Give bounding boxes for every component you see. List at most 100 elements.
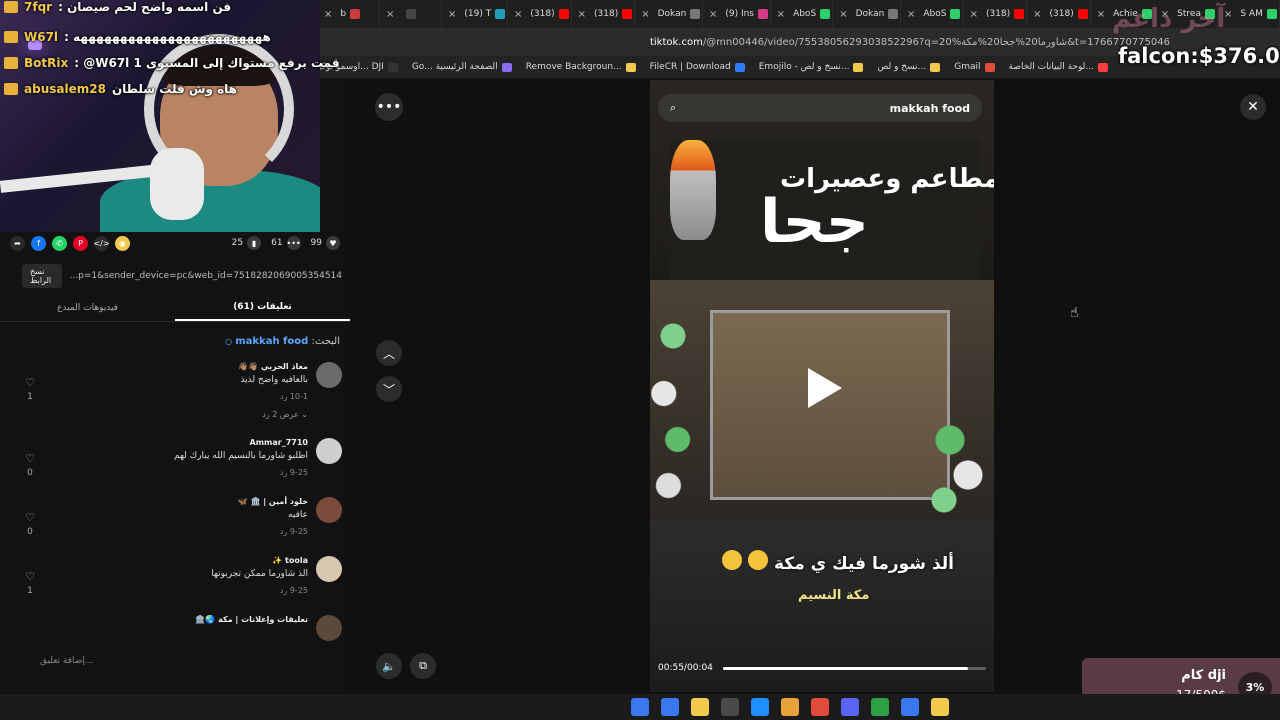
close-button[interactable]: ✕ (1240, 94, 1266, 120)
bookmark-favicon-icon (501, 62, 512, 72)
more-options-button[interactable]: ••• (375, 93, 403, 121)
tab-close-icon[interactable]: × (448, 9, 456, 20)
bookmark-item[interactable]: نسخ و لص... (877, 62, 941, 72)
tab-close-icon[interactable]: × (324, 9, 332, 20)
share-icon[interactable]: ➦ (10, 235, 25, 251)
discord-icon[interactable] (841, 698, 859, 716)
tab-close-icon[interactable]: × (777, 9, 785, 20)
chat-username: BotRix (24, 56, 69, 70)
saves-stat[interactable]: 25 ▮ (232, 236, 262, 250)
star-eyes-emoji-icon (748, 550, 768, 570)
commenter-avatar[interactable] (316, 497, 342, 523)
like-heart-icon[interactable]: ♡ (24, 452, 36, 465)
tab-title: (19) T (464, 9, 492, 19)
browser-tab[interactable]: × (19) T (442, 0, 509, 28)
app-icon[interactable] (751, 698, 769, 716)
bookmark-item[interactable]: Go... الصفحة الرئيسية (412, 62, 512, 72)
like-heart-icon[interactable]: ♡ (24, 511, 36, 524)
tab-close-icon[interactable]: × (709, 9, 717, 20)
bookmark-label: Go... الصفحة الرئيسية (411, 62, 498, 72)
commenter-name[interactable]: معاذ الحربي 👋🏽👋🏽 (238, 362, 308, 371)
browser-tab[interactable]: × (318) (508, 0, 572, 28)
commenter-avatar[interactable] (316, 362, 342, 388)
commenter-avatar[interactable] (316, 438, 342, 464)
commenter-avatar[interactable] (316, 556, 342, 582)
tab-comments[interactable]: (61) تعليقات (175, 294, 350, 321)
embed-icon[interactable]: </> (93, 235, 110, 251)
bookmark-item[interactable]: Gmail (954, 62, 995, 72)
folder-icon[interactable] (931, 698, 949, 716)
bookmark-item[interactable]: لوحة البيانات الخاصة... (1008, 62, 1108, 72)
red-app-icon[interactable] (811, 698, 829, 716)
miniplayer-button[interactable]: ⧉ (410, 653, 436, 679)
browser-tab[interactable]: × AboS (901, 0, 964, 28)
comment-input[interactable]: إضافة تعليق... (40, 656, 340, 674)
bookmark-item[interactable]: FileCR | Download (650, 62, 745, 72)
tab-close-icon[interactable]: × (641, 9, 649, 20)
xbox-icon[interactable] (871, 698, 889, 716)
video-player[interactable]: مطاعم وعصيرات جحا ⌕ makkah food ألذ شورم… (650, 80, 994, 692)
like-heart-icon[interactable]: ♡ (24, 376, 36, 389)
progress-track[interactable] (722, 666, 986, 670)
copy-link-button[interactable]: نسخ الرابط (22, 264, 62, 288)
browser-tab[interactable]: × Dokan (833, 0, 901, 28)
video-link[interactable]: ...p=1&sender_device=pc&web_id=751828206… (70, 271, 342, 281)
view-replies-link[interactable]: عرض 2 رد ⌄ (262, 410, 308, 419)
playback-bar[interactable]: 00:55/00:04 (658, 660, 986, 676)
tab-close-icon[interactable]: × (1097, 9, 1105, 20)
bookmark-favicon-icon (984, 62, 995, 72)
blue-app-icon[interactable] (901, 698, 919, 716)
browser-tab[interactable]: × b (318, 0, 380, 28)
browser-tab[interactable]: × AboS (771, 0, 834, 28)
video-search-bar[interactable]: ⌕ makkah food (658, 94, 982, 122)
play-icon[interactable] (808, 368, 842, 408)
commenter-name[interactable]: Ammar_7710 (250, 438, 308, 447)
commenter-name[interactable]: خلود أمين | 🏛️ 🦋 (238, 497, 308, 506)
browser-tab[interactable]: × Dokan (635, 0, 703, 28)
tab-close-icon[interactable]: × (578, 9, 586, 20)
bookmark-item[interactable]: Emojilo - نسخ و لص... (759, 62, 864, 72)
facebook-icon[interactable]: f (31, 235, 46, 251)
tab-close-icon[interactable]: × (839, 9, 847, 20)
like-heart-icon[interactable]: ♡ (24, 570, 36, 583)
tab-creator-videos[interactable]: فيديوهات المبدع (0, 294, 175, 321)
bookmark-label: لوحة البيانات الخاصة... (1008, 62, 1095, 72)
bookmark-item[interactable]: Remove Backgroun... (526, 62, 636, 72)
tab-favicon-icon (758, 9, 769, 19)
chat-text: هاه وش قلت سلطان (111, 82, 237, 96)
tab-close-icon[interactable]: × (970, 9, 978, 20)
search-prefix: البحث: (311, 336, 341, 347)
commenter-name[interactable]: toola ✨ (272, 556, 308, 565)
browser-tab[interactable]: × (380, 0, 442, 28)
commenter-name[interactable]: تعليقات وإعلانات | مكة 🌏🏛️ (195, 615, 308, 624)
browser-tab[interactable]: × (9) Ins (703, 0, 771, 28)
search-suggestion[interactable]: البحث: makkah food ○ (225, 336, 340, 347)
coin-icon[interactable]: ◉ (115, 235, 130, 251)
whatsapp-icon[interactable]: ✆ (52, 235, 67, 251)
link-row: نسخ الرابط ...p=1&sender_device=pc&web_i… (22, 264, 342, 288)
volume-button[interactable]: 🔈 (376, 653, 402, 679)
next-video-button[interactable]: ﹀ (376, 376, 402, 402)
windows-icon[interactable] (631, 698, 649, 716)
tab-close-icon[interactable]: × (907, 9, 915, 20)
pinterest-icon[interactable]: P (73, 235, 88, 251)
tab-close-icon[interactable]: × (514, 9, 522, 20)
previous-video-button[interactable]: ︿ (376, 340, 402, 366)
chrome-icon[interactable] (781, 698, 799, 716)
tab-close-icon[interactable]: × (386, 9, 394, 20)
explorer-icon[interactable] (691, 698, 709, 716)
chat-username: 7fqr (24, 0, 53, 14)
steam-icon[interactable] (721, 698, 739, 716)
likes-stat[interactable]: 99 ♥ (311, 236, 340, 250)
chat-username: W67l (24, 30, 59, 44)
commenter-avatar[interactable] (316, 615, 342, 641)
comments-stat[interactable]: 61 ••• (271, 236, 301, 250)
browser-tab[interactable]: × (318) (572, 0, 636, 28)
browser-tab[interactable]: × S AM (1218, 0, 1280, 28)
browser-tab[interactable]: × (318) (1027, 0, 1091, 28)
tab-close-icon[interactable]: × (1033, 9, 1041, 20)
search-query: makkah food (235, 336, 309, 347)
store-icon[interactable] (661, 698, 679, 716)
smile-emoji-icon (722, 550, 742, 570)
browser-tab[interactable]: × (318) (964, 0, 1028, 28)
